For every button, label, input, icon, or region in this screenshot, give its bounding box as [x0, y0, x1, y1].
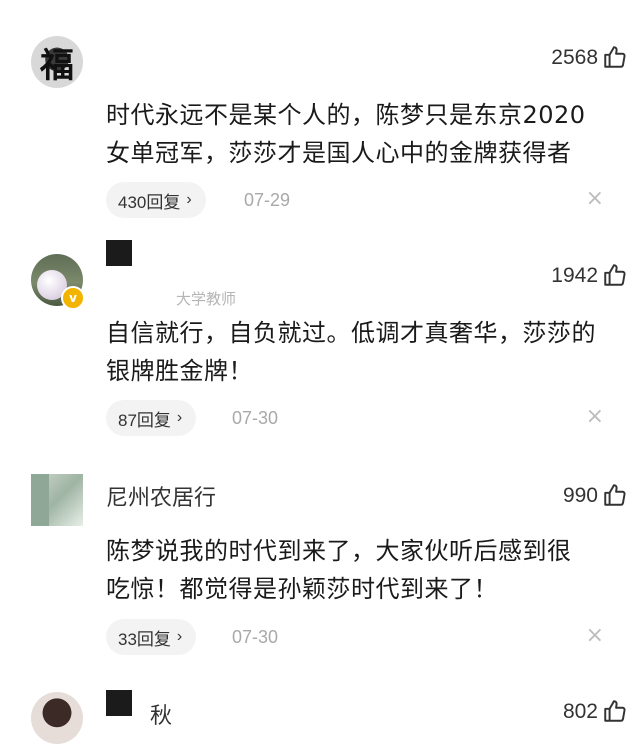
reply-count: 430回复	[118, 192, 181, 212]
like-count: 1942	[551, 264, 598, 287]
like-count: 2568	[551, 46, 598, 69]
avatar[interactable]	[31, 692, 83, 744]
comment-line: 自信就行，自负就过。低调才真奢华，莎莎的	[106, 319, 596, 347]
chevron-right-icon: ›	[176, 628, 183, 645]
comment-line: 女单冠军，莎莎才是国人心中的金牌获得者	[106, 139, 572, 167]
reply-count: 87回复	[118, 410, 171, 430]
comment-date: 07-30	[232, 627, 279, 647]
username[interactable]: 秋	[150, 698, 172, 730]
thumbs-up-icon[interactable]	[602, 262, 628, 288]
verified-badge-icon: v	[61, 286, 85, 310]
reply-count: 33回复	[118, 629, 171, 649]
comment-line: 银牌胜金牌！	[106, 357, 253, 385]
close-icon[interactable]: ×	[586, 186, 604, 211]
comment-text: 时代永远不是某个人的，陈梦只是东京2020 女单冠军，莎莎才是国人心中的金牌获得…	[106, 96, 616, 172]
reply-button[interactable]: 430回复 ›	[106, 182, 206, 218]
username[interactable]: 尼州农居行	[106, 480, 216, 512]
thumbs-up-icon[interactable]	[602, 44, 628, 70]
username-redacted[interactable]	[106, 240, 132, 266]
comment-line: 陈梦说我的时代到来了，大家伙听后感到很	[106, 537, 572, 565]
avatar-glyph: 福	[40, 45, 74, 86]
thumbs-up-icon[interactable]	[602, 698, 628, 724]
like-count: 990	[562, 484, 598, 507]
comment-text: 自信就行，自负就过。低调才真奢华，莎莎的 银牌胜金牌！	[106, 314, 616, 390]
username-redacted[interactable]	[106, 690, 132, 716]
comment-line: 吃惊！都觉得是孙颖莎时代到来了！	[106, 575, 498, 603]
like-count: 802	[562, 700, 598, 723]
comment-date: 07-30	[232, 408, 279, 428]
chevron-right-icon: ›	[176, 409, 183, 426]
close-icon[interactable]: ×	[586, 623, 604, 648]
reply-button[interactable]: 87回复 ›	[106, 400, 197, 436]
comment-text: 陈梦说我的时代到来了，大家伙听后感到很 吃惊！都觉得是孙颖莎时代到来了！	[106, 532, 616, 608]
avatar[interactable]	[31, 474, 83, 526]
close-icon[interactable]: ×	[586, 404, 604, 429]
avatar-strip	[31, 474, 49, 526]
comment-line: 时代永远不是某个人的，陈梦只是东京2020	[106, 101, 586, 129]
comment-date: 07-29	[244, 190, 291, 210]
thumbs-up-icon[interactable]	[602, 482, 628, 508]
reply-button[interactable]: 33回复 ›	[106, 619, 197, 655]
avatar[interactable]: 福	[31, 36, 83, 88]
chevron-right-icon: ›	[186, 191, 192, 208]
user-title: 大学教师	[176, 290, 237, 308]
